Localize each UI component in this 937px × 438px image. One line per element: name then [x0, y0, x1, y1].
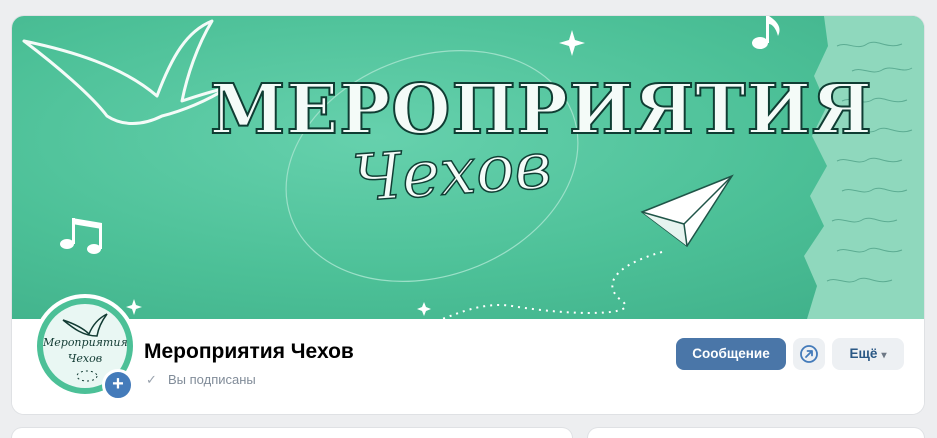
group-header-card: МЕРОПРИЯТИЯ Чехов Мероприятия Чехов + Ме…: [12, 16, 924, 414]
music-note-icon: [60, 218, 102, 254]
sparkle-icon: [559, 30, 585, 56]
share-arrow-icon: [800, 345, 818, 363]
sparkle-icon: [417, 302, 431, 316]
paper-texture: [804, 16, 924, 319]
avatar-line2: Чехов: [67, 352, 103, 365]
header-bar: [12, 319, 924, 414]
plus-icon[interactable]: +: [102, 369, 134, 401]
group-name: Мероприятия Чехов: [144, 340, 354, 363]
more-button[interactable]: Ещё ▾: [832, 338, 904, 370]
message-button[interactable]: Сообщение: [676, 338, 786, 370]
content-block-left: [12, 428, 572, 438]
subscription-status[interactable]: ✓ Вы подписаны: [146, 372, 256, 388]
more-label: Ещё: [849, 346, 878, 361]
dotted-trail: [441, 251, 663, 319]
paper-plane-icon: [640, 174, 734, 248]
check-icon: ✓: [146, 372, 157, 387]
cover-image[interactable]: МЕРОПРИЯТИЯ Чехов: [12, 16, 924, 319]
seagull-icon: [22, 19, 229, 125]
content-block-right: [588, 428, 924, 438]
subscription-label: Вы подписаны: [168, 372, 256, 387]
avatar-line1: Мероприятия: [43, 336, 127, 349]
share-button[interactable]: [793, 338, 825, 370]
sparkle-icon: [126, 299, 142, 315]
chevron-down-icon: ▾: [881, 350, 887, 361]
music-note-icon: [752, 16, 780, 49]
